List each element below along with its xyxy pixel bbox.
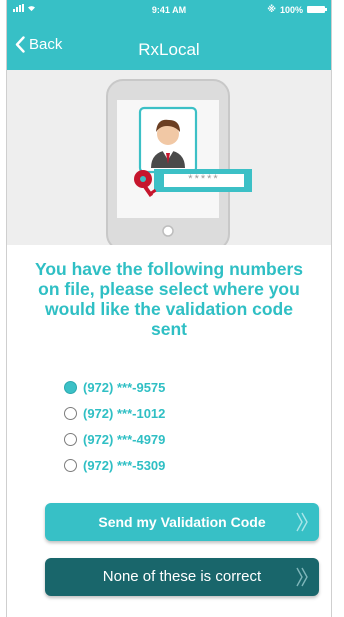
status-bar: 9:41 AM ※ 100%	[7, 0, 331, 20]
app-header: 9:41 AM ※ 100% Back RxLocal	[7, 0, 331, 70]
phone-option-label: (972) ***-9575	[83, 379, 166, 395]
phone-option-9575[interactable]: (972) ***-9575	[64, 374, 165, 400]
phone-option-label: (972) ***-1012	[83, 405, 166, 421]
radio-unselected[interactable]	[64, 406, 77, 420]
radio-unselected[interactable]	[64, 458, 77, 472]
double-chevron-right-icon	[295, 503, 309, 541]
page-title: RxLocal	[138, 40, 200, 59]
masked-password-text: *****	[188, 173, 220, 185]
phone-options: (972) ***-9575 (972) ***-1012 (972) ***-…	[64, 374, 165, 478]
phone-option-label: (972) ***-4979	[83, 431, 166, 447]
phone-validation-illustration: *****	[7, 70, 331, 251]
phone-option-5309[interactable]: (972) ***-5309	[64, 452, 165, 478]
battery-status: ※ 100%	[267, 4, 327, 15]
phone-option-4979[interactable]: (972) ***-4979	[64, 426, 165, 452]
phone-option-label: (972) ***-5309	[83, 457, 166, 473]
none-correct-button[interactable]: None of these is correct	[45, 558, 319, 596]
send-button-label: Send my Validation Code	[98, 514, 266, 530]
bluetooth-icon: ※	[267, 4, 276, 14]
selection-prompt: You have the following numbers on file, …	[34, 259, 304, 339]
battery-percentage: 100%	[279, 4, 303, 15]
send-validation-code-button[interactable]: Send my Validation Code	[45, 503, 319, 541]
none-button-label: None of these is correct	[102, 568, 262, 585]
double-chevron-right-icon	[295, 558, 309, 596]
phone-option-1012[interactable]: (972) ***-1012	[64, 400, 165, 426]
illustration-graphic	[106, 79, 252, 251]
phone-screen: 9:41 AM ※ 100% Back RxLocal ***** You ha…	[6, 0, 332, 617]
battery-icon	[307, 6, 327, 13]
radio-unselected[interactable]	[64, 432, 77, 446]
navigation-bar: Back RxLocal	[7, 30, 331, 66]
radio-selected[interactable]	[64, 380, 77, 394]
